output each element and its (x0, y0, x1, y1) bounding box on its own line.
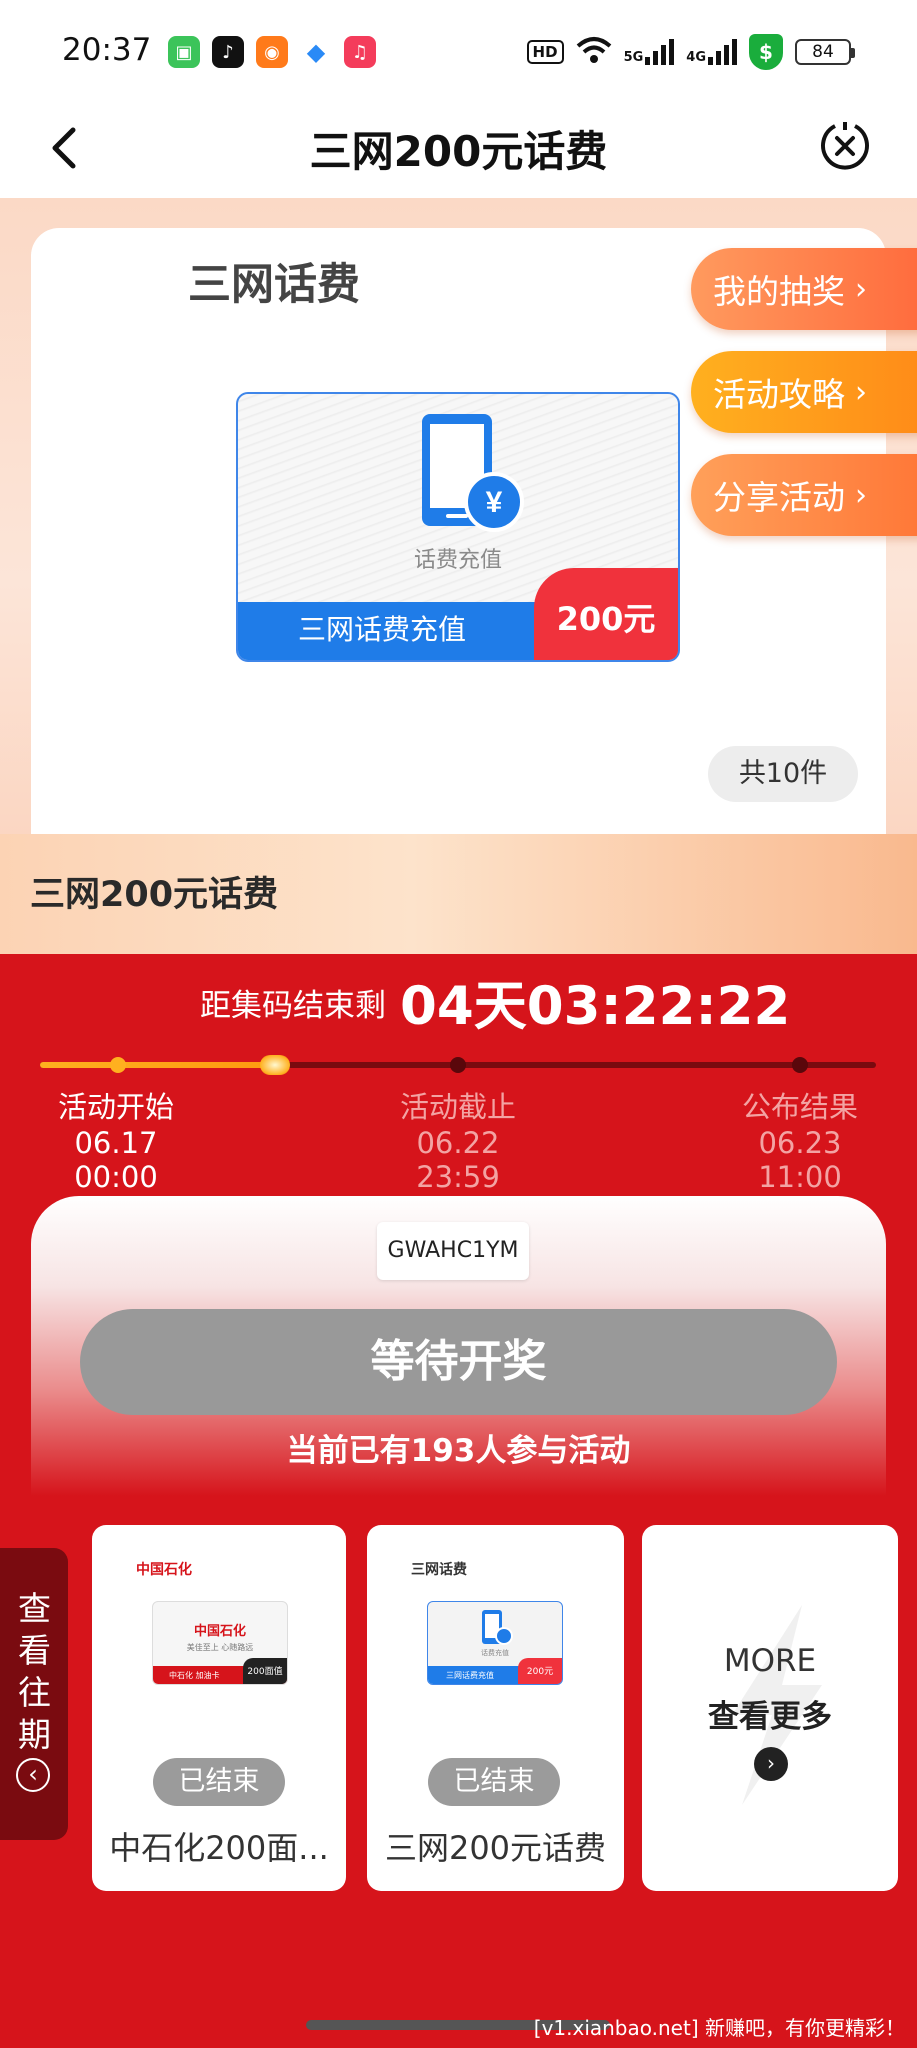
chevron-right-icon: › (855, 477, 867, 513)
share-activity-button[interactable]: 分享活动 › (691, 454, 917, 536)
countdown-timer: 04天03:22:22 (400, 976, 791, 1037)
prize-image-band-text: 三网话费充值 (298, 613, 467, 646)
history-card-thumbnail: 中国石化 美佳至上 心随路远 中石化 加油卡 200面值 (152, 1601, 288, 1685)
thumb-tag: 200面值 (243, 1658, 287, 1684)
svg-text:¥: ¥ (486, 486, 503, 519)
header: 三网200元话费 (0, 100, 917, 198)
app-icon-orange: ◉ (256, 36, 288, 68)
phone-yuan-icon: ¥ (422, 414, 524, 532)
shield-icon: $ (749, 34, 783, 70)
participants-count: 当前已有193人参与活动 (286, 1433, 631, 1469)
chevron-right-icon: › (754, 1747, 788, 1781)
history-card-status: 已结束 (428, 1758, 560, 1806)
wait-draw-button[interactable]: 等待开奖 (80, 1309, 837, 1415)
battery-icon: 84 (795, 39, 855, 65)
prize-count-badge: 共10件 (708, 746, 858, 802)
hd-icon: HD (526, 40, 564, 64)
activity-guide-button[interactable]: 活动攻略 › (691, 351, 917, 433)
more-label-en: MORE (723, 1643, 817, 1679)
battery-level: 84 (812, 42, 834, 62)
tiktok-icon: ♪ (212, 36, 244, 68)
status-time: 20:37 (62, 32, 152, 68)
history-tab-char: 往 (18, 1673, 51, 1712)
history-tab-label: 查 看 往 期 (18, 1588, 51, 1756)
history-tab-char: 查 (18, 1589, 51, 1628)
music-icon: ♫ (344, 36, 376, 68)
history-card-phone-credit[interactable]: 三网话费 话费充值 三网话费充值 200元 已结束 三网200元话费 (367, 1525, 624, 1891)
close-button[interactable] (817, 118, 873, 174)
timeline-step-time: 06.23 11:00 (758, 1126, 842, 1194)
history-tab-char: 看 (18, 1631, 51, 1670)
notification-icons: ▣ ♪ ◉ ◆ ♫ (168, 36, 376, 68)
timeline-step-end: 活动截止 06.22 23:59 (380, 1084, 536, 1194)
prize-image-price: 200元 (534, 568, 678, 660)
activity-guide-label: 活动攻略 (713, 375, 845, 414)
chevron-right-icon: › (855, 271, 867, 307)
history-card-brand: 三网话费 (411, 1562, 467, 1578)
activity-name: 三网200元话费 (30, 875, 279, 915)
my-lottery-button[interactable]: 我的抽奖 › (691, 248, 917, 330)
close-icon (821, 122, 869, 170)
prize-image: ¥ 话费充值 三网话费充值 200元 (236, 392, 680, 662)
history-card-brand: 中国石化 (136, 1562, 192, 1578)
thumb-band-text: 中石化 加油卡 (169, 1671, 220, 1680)
progress-timeline (40, 1055, 876, 1075)
timeline-current-marker (260, 1055, 290, 1075)
app-icon-green: ▣ (168, 36, 200, 68)
lottery-code[interactable]: GWAHC1YM (377, 1222, 529, 1280)
history-card-name: 中石化200面... (109, 1829, 329, 1867)
my-lottery-label: 我的抽奖 (713, 272, 845, 311)
signal-4g-icon: 4G (686, 39, 737, 65)
timeline-dot-start (110, 1057, 126, 1073)
thumb-band-text: 三网话费充值 (446, 1671, 494, 1680)
history-card-name: 三网200元话费 (384, 1829, 607, 1867)
timeline-dot-result (792, 1057, 808, 1073)
chevron-left-circle-icon: ‹ (16, 1758, 50, 1792)
status-indicators: HD 5G 4G $ 84 (526, 34, 855, 70)
thumb-title: 话费充值 (481, 1649, 509, 1657)
timeline-progress (40, 1062, 272, 1068)
view-history-tab[interactable]: 查 看 往 期 ‹ (0, 1548, 68, 1840)
history-tab-char: 期 (18, 1715, 51, 1754)
history-card-thumbnail: 话费充值 三网话费充值 200元 (427, 1601, 563, 1685)
history-card-status: 已结束 (153, 1758, 285, 1806)
status-bar: 20:37 ▣ ♪ ◉ ◆ ♫ HD 5G 4G $ 84 (0, 0, 917, 100)
page-title: 三网200元话费 (309, 127, 608, 176)
share-activity-label: 分享活动 (713, 478, 845, 517)
timeline-step-time: 06.22 23:59 (416, 1126, 500, 1194)
activity-name-strip: 三网200元话费 (0, 834, 917, 954)
more-label-cn: 查看更多 (708, 1699, 832, 1735)
countdown-label: 距集码结束剩 (200, 988, 386, 1024)
timeline-dot-end (450, 1057, 466, 1073)
wifi-icon (576, 36, 612, 69)
thumb-subtitle: 美佳至上 心随路远 (186, 1643, 254, 1652)
thumb-tag: 200元 (518, 1658, 562, 1684)
signal-5g-icon: 5G (624, 39, 675, 65)
app-icon-blue: ◆ (300, 36, 332, 68)
timeline-step-time: 06.17 00:00 (74, 1126, 158, 1194)
timeline-step-result: 公布结果 06.23 11:00 (722, 1084, 878, 1194)
thumb-title: 中国石化 (193, 1624, 246, 1639)
chevron-right-icon: › (855, 374, 867, 410)
phone-yuan-icon (482, 1610, 513, 1645)
timeline-step-title: 活动截止 (399, 1090, 516, 1124)
watermark-text: [v1.xianbao.net] 新赚吧，有你更精彩！ (533, 2016, 905, 2040)
timeline-step-title: 公布结果 (741, 1090, 858, 1124)
history-card-sinopec[interactable]: 中国石化 中国石化 美佳至上 心随路远 中石化 加油卡 200面值 已结束 中石… (92, 1525, 346, 1891)
timeline-step-start: 活动开始 06.17 00:00 (38, 1084, 194, 1194)
timeline-step-title: 活动开始 (57, 1090, 174, 1124)
net2-label: 4G (686, 50, 706, 65)
prize-title: 三网话费 (188, 260, 360, 310)
net1-label: 5G (623, 50, 644, 65)
view-more-card[interactable]: MORE 查看更多 › (642, 1525, 898, 1891)
